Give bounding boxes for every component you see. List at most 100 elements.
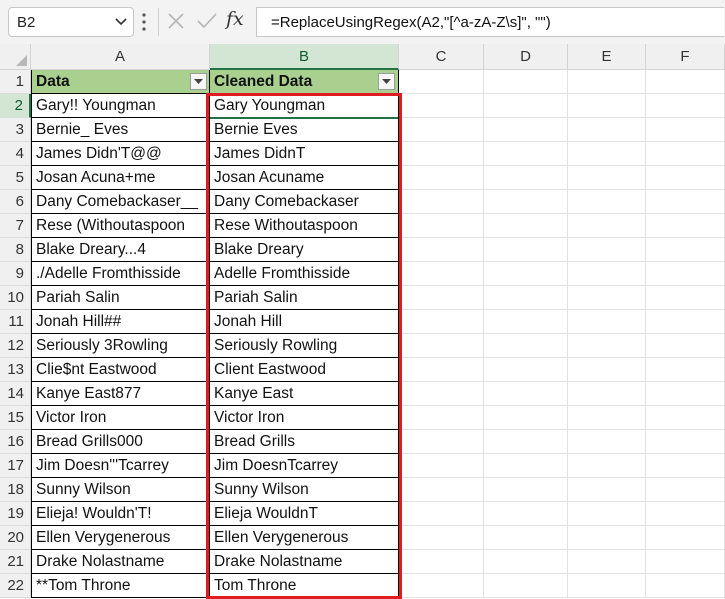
row-header[interactable]: 10	[0, 286, 31, 310]
empty-cell[interactable]	[568, 406, 646, 430]
empty-cell[interactable]	[568, 310, 646, 334]
empty-cell[interactable]	[568, 142, 646, 166]
row-header[interactable]: 19	[0, 502, 31, 526]
formula-input[interactable]: =ReplaceUsingRegex(A2,"[^a-zA-Z\s]", "")	[256, 7, 724, 37]
empty-cell[interactable]	[399, 574, 484, 598]
empty-cell[interactable]	[568, 382, 646, 406]
cleaned-data-cell[interactable]: Victor Iron	[210, 406, 399, 430]
row-header[interactable]: 15	[0, 406, 31, 430]
data-cell[interactable]: James Didn'T@@	[31, 142, 210, 166]
row-header[interactable]: 11	[0, 310, 31, 334]
cleaned-data-cell[interactable]: Tom Throne	[210, 574, 399, 598]
cleaned-data-cell[interactable]: Ellen Verygenerous	[210, 526, 399, 550]
data-cell[interactable]: Bernie_ Eves	[31, 118, 210, 142]
empty-cell[interactable]	[646, 238, 725, 262]
cleaned-data-cell[interactable]: Pariah Salin	[210, 286, 399, 310]
empty-cell[interactable]	[399, 502, 484, 526]
empty-cell[interactable]	[646, 190, 725, 214]
empty-cell[interactable]	[484, 550, 568, 574]
empty-cell[interactable]	[646, 310, 725, 334]
table-header-data[interactable]: Data	[31, 70, 210, 94]
empty-cell[interactable]	[399, 94, 484, 118]
row-header[interactable]: 12	[0, 334, 31, 358]
empty-cell[interactable]	[568, 550, 646, 574]
column-header-b[interactable]: B	[210, 44, 399, 70]
cleaned-data-cell[interactable]: Kanye East	[210, 382, 399, 406]
row-header[interactable]: 8	[0, 238, 31, 262]
column-header-d[interactable]: D	[484, 44, 568, 70]
empty-cell[interactable]	[646, 358, 725, 382]
empty-cell[interactable]	[646, 286, 725, 310]
empty-cell[interactable]	[484, 502, 568, 526]
row-header[interactable]: 9	[0, 262, 31, 286]
empty-cell[interactable]	[399, 454, 484, 478]
empty-cell[interactable]	[646, 166, 725, 190]
empty-cell[interactable]	[399, 190, 484, 214]
empty-cell[interactable]	[568, 262, 646, 286]
empty-cell[interactable]	[568, 286, 646, 310]
data-cell[interactable]: Rese (Withoutaspoon	[31, 214, 210, 238]
cleaned-data-cell[interactable]: Bread Grills	[210, 430, 399, 454]
data-cell[interactable]: Gary!! Youngman	[31, 94, 210, 118]
row-header[interactable]: 7	[0, 214, 31, 238]
data-cell[interactable]: Josan Acuna+me	[31, 166, 210, 190]
empty-cell[interactable]	[568, 190, 646, 214]
empty-cell[interactable]	[484, 142, 568, 166]
empty-cell[interactable]	[568, 94, 646, 118]
cleaned-data-cell[interactable]: Elieja WouldnT	[210, 502, 399, 526]
empty-cell[interactable]	[568, 214, 646, 238]
empty-cell[interactable]	[484, 94, 568, 118]
more-options-icon[interactable]	[141, 11, 147, 33]
empty-cell[interactable]	[646, 574, 725, 598]
column-header-f[interactable]: F	[646, 44, 725, 70]
insert-function-icon[interactable]: fx	[226, 8, 244, 30]
empty-cell[interactable]	[399, 358, 484, 382]
empty-cell[interactable]	[646, 70, 725, 94]
row-header[interactable]: 1	[0, 70, 31, 94]
row-header[interactable]: 22	[0, 574, 31, 598]
empty-cell[interactable]	[568, 574, 646, 598]
row-header[interactable]: 14	[0, 382, 31, 406]
empty-cell[interactable]	[646, 406, 725, 430]
empty-cell[interactable]	[646, 454, 725, 478]
empty-cell[interactable]	[399, 334, 484, 358]
empty-cell[interactable]	[646, 118, 725, 142]
empty-cell[interactable]	[399, 142, 484, 166]
empty-cell[interactable]	[484, 262, 568, 286]
empty-cell[interactable]	[484, 190, 568, 214]
empty-cell[interactable]	[568, 334, 646, 358]
empty-cell[interactable]	[568, 478, 646, 502]
data-cell[interactable]: Elieja! Wouldn'T!	[31, 502, 210, 526]
row-header[interactable]: 6	[0, 190, 31, 214]
empty-cell[interactable]	[646, 214, 725, 238]
empty-cell[interactable]	[568, 238, 646, 262]
data-cell[interactable]: ./Adelle Fromthisside	[31, 262, 210, 286]
empty-cell[interactable]	[399, 430, 484, 454]
empty-cell[interactable]	[399, 406, 484, 430]
row-header[interactable]: 17	[0, 454, 31, 478]
row-header[interactable]: 20	[0, 526, 31, 550]
data-cell[interactable]: Victor Iron	[31, 406, 210, 430]
empty-cell[interactable]	[568, 70, 646, 94]
data-cell[interactable]: **Tom Throne	[31, 574, 210, 598]
data-cell[interactable]: Jonah Hill##	[31, 310, 210, 334]
empty-cell[interactable]	[646, 550, 725, 574]
empty-cell[interactable]	[484, 334, 568, 358]
data-cell[interactable]: Blake Dreary...4	[31, 238, 210, 262]
cleaned-data-cell[interactable]: Client Eastwood	[210, 358, 399, 382]
row-header[interactable]: 18	[0, 478, 31, 502]
empty-cell[interactable]	[484, 310, 568, 334]
filter-dropdown-icon[interactable]	[190, 73, 207, 90]
empty-cell[interactable]	[646, 478, 725, 502]
empty-cell[interactable]	[568, 118, 646, 142]
empty-cell[interactable]	[646, 334, 725, 358]
empty-cell[interactable]	[399, 70, 484, 94]
cleaned-data-cell[interactable]: Gary Youngman	[210, 94, 399, 118]
empty-cell[interactable]	[568, 502, 646, 526]
empty-cell[interactable]	[646, 526, 725, 550]
cleaned-data-cell[interactable]: Drake Nolastname	[210, 550, 399, 574]
empty-cell[interactable]	[568, 430, 646, 454]
column-header-a[interactable]: A	[31, 44, 210, 70]
empty-cell[interactable]	[484, 526, 568, 550]
table-header-cleaned-data[interactable]: Cleaned Data	[210, 70, 399, 94]
